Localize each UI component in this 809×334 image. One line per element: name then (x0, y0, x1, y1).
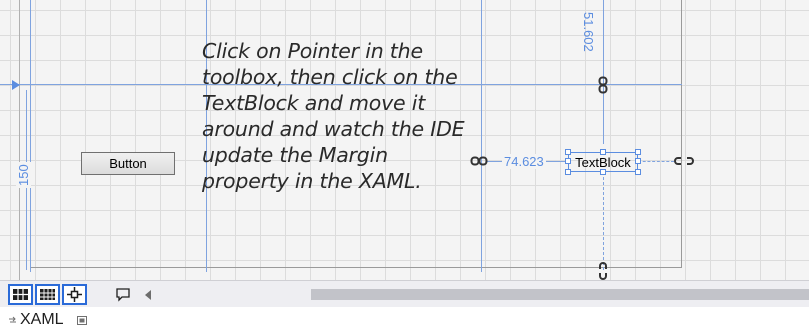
design-button[interactable]: Button (81, 152, 175, 175)
handwritten-annotation: Click on Pointer in the toolbox, then cl… (202, 39, 465, 193)
snap-grid-icon (40, 289, 55, 300)
snap-lines-icon (67, 287, 82, 302)
designer-tab-row: XAML (0, 307, 809, 334)
resize-handle-bottom[interactable] (600, 169, 606, 175)
resize-handle-top-left[interactable] (565, 149, 571, 155)
margin-bottom-value: 150 (16, 162, 31, 188)
designer-bottom-toolbar (0, 280, 809, 307)
pane-layout-icon[interactable] (76, 315, 87, 325)
anchor-bottom-broken-chain-icon[interactable] (598, 262, 608, 280)
left-ruler (0, 0, 20, 280)
margin-top-line (603, 0, 604, 144)
resize-handle-bottom-right[interactable] (635, 169, 641, 175)
margin-left-value: 74.623 (502, 154, 546, 169)
margin-bottom-dashed-line (603, 172, 604, 270)
resize-handle-bottom-left[interactable] (565, 169, 571, 175)
column-guide-line-2 (481, 0, 482, 272)
resize-handle-top[interactable] (600, 149, 606, 155)
horizontal-scrollbar-thumb[interactable] (311, 289, 809, 300)
resize-handle-right[interactable] (635, 158, 641, 164)
grid-view-icon (13, 289, 28, 300)
snap-lines-button[interactable] (62, 284, 87, 305)
snap-grid-button[interactable] (35, 284, 60, 305)
left-page-guide (30, 0, 31, 272)
row-marker-triangle-icon[interactable] (12, 80, 20, 90)
resize-handle-left[interactable] (565, 158, 571, 164)
anchor-right-broken-chain-icon[interactable] (674, 156, 694, 166)
horizontal-scrollbar[interactable] (146, 285, 809, 304)
resize-handle-top-right[interactable] (635, 149, 641, 155)
tab-xaml-label: XAML (20, 311, 64, 328)
annotation-button[interactable] (110, 284, 135, 305)
designer-canvas[interactable]: 51.602 74.623 150 Button TextBlock Click… (0, 0, 809, 280)
margin-top-value: 51.602 (581, 12, 596, 52)
swap-arrows-icon[interactable] (8, 316, 17, 325)
grid-view-button[interactable] (8, 284, 33, 305)
anchor-top-chain-icon[interactable] (598, 76, 608, 94)
tab-xaml[interactable]: XAML (8, 311, 87, 329)
margin-right-dashed-line (638, 161, 674, 162)
comment-icon (115, 287, 130, 302)
